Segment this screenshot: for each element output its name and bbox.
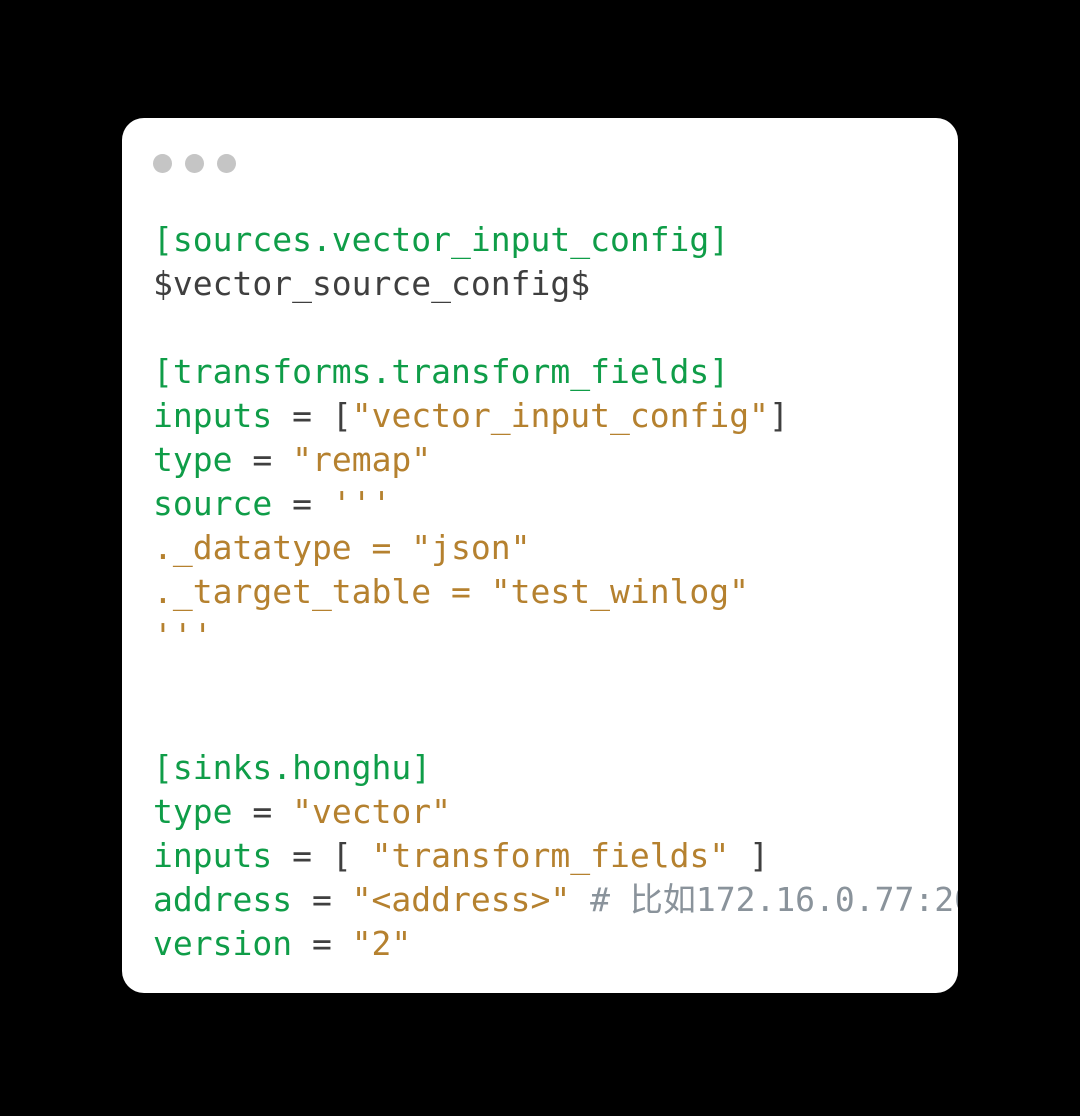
code-token: [sinks.honghu] xyxy=(153,748,432,787)
code-token: ] xyxy=(768,396,789,435)
code-token: "vector" xyxy=(292,792,452,831)
code-token: [ xyxy=(331,836,372,875)
code-line: type = "vector" xyxy=(153,790,948,834)
code-token: = xyxy=(272,484,332,523)
code-card: [sources.vector_input_config] $vector_sou… xyxy=(122,118,958,993)
code-token: = xyxy=(232,792,293,831)
code-line: address = "<address>" # 比如172.16.0.77:20… xyxy=(153,878,958,922)
code-token: ] xyxy=(729,836,769,875)
code-line: [sinks.honghu] xyxy=(153,746,948,790)
code-token: inputs xyxy=(153,396,273,435)
code-line: [transforms.transform_fields] xyxy=(153,350,948,394)
code-line: ._datatype = "json" xyxy=(153,526,948,570)
code-token: # 比如172.16.0.77:20000 xyxy=(590,880,958,919)
code-token: inputs xyxy=(153,836,273,875)
code-line: version = "2" xyxy=(153,922,948,966)
code-token: = xyxy=(272,836,332,875)
code-token: [sources.vector_input_config] xyxy=(153,220,730,259)
code-token: ._target_table = "test_winlog" xyxy=(153,572,750,611)
code-token: type xyxy=(153,792,233,831)
code-token: type xyxy=(153,440,233,479)
code-line: [sources.vector_input_config] xyxy=(153,218,948,262)
code-line: ''' xyxy=(153,614,948,658)
close-dot[interactable] xyxy=(153,154,172,173)
code-token: source xyxy=(153,484,273,523)
code-token: = xyxy=(292,880,352,919)
window-titlebar xyxy=(153,154,236,173)
code-token: ._datatype = "json" xyxy=(153,528,531,567)
code-token: = xyxy=(272,396,332,435)
code-line: inputs = [ "transform_fields" ] xyxy=(153,834,948,878)
code-token: "remap" xyxy=(292,440,432,479)
code-token: "transform_fields" xyxy=(371,836,730,875)
code-token: = xyxy=(292,924,352,963)
code-token: [ xyxy=(331,396,352,435)
code-token: address xyxy=(153,880,293,919)
code-line: ._target_table = "test_winlog" xyxy=(153,570,948,614)
code-block[interactable]: [sources.vector_input_config] $vector_sou… xyxy=(153,218,958,966)
code-line: source = ''' xyxy=(153,482,948,526)
code-token: "vector_input_config" xyxy=(351,396,769,435)
code-token: [transforms.transform_fields] xyxy=(153,352,730,391)
code-token: version xyxy=(153,924,293,963)
code-token: "<address>" xyxy=(351,880,571,919)
maximize-dot[interactable] xyxy=(217,154,236,173)
code-token: $vector_source_config$ xyxy=(153,264,591,303)
code-token: "2" xyxy=(351,924,412,963)
code-line: $vector_source_config$ xyxy=(153,262,948,306)
code-token: = xyxy=(232,440,293,479)
code-line: type = "remap" xyxy=(153,438,948,482)
code-token: ''' xyxy=(153,616,213,655)
code-line: inputs = ["vector_input_config"] xyxy=(153,394,948,438)
code-token: ''' xyxy=(331,484,392,523)
minimize-dot[interactable] xyxy=(185,154,204,173)
